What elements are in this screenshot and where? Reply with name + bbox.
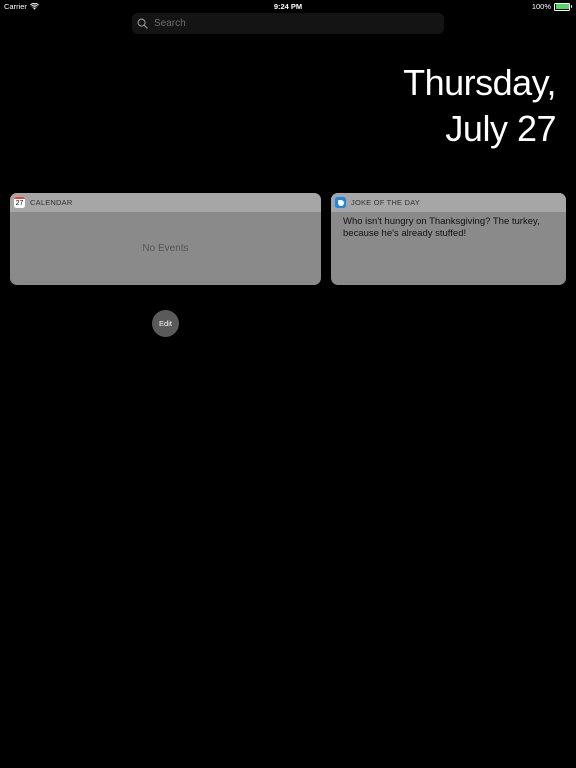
- speech-bubble-icon: [337, 199, 344, 206]
- joke-widget-title: JOKE OF THE DAY: [351, 198, 420, 207]
- date-header: Thursday, July 27: [403, 60, 556, 152]
- today-view-screen: Carrier 9:24 PM 100% Search Thursday, Ju…: [0, 0, 576, 768]
- joke-widget[interactable]: JOKE OF THE DAY Who isn't hungry on Than…: [331, 193, 566, 285]
- battery-icon: [554, 2, 572, 11]
- joke-widget-header[interactable]: JOKE OF THE DAY: [331, 193, 566, 212]
- status-time: 9:24 PM: [273, 2, 303, 11]
- search-input[interactable]: [154, 18, 424, 29]
- calendar-widget-header[interactable]: 27 CALENDAR: [10, 193, 321, 212]
- calendar-icon-number: 27: [15, 200, 24, 207]
- search-icon: [137, 18, 148, 29]
- edit-button[interactable]: Edit: [152, 310, 179, 337]
- calendar-icon: 27: [14, 197, 25, 208]
- date-month-day: July 27: [445, 108, 556, 149]
- date-weekday: Thursday,: [403, 62, 556, 103]
- battery-percent-label: 100%: [531, 2, 551, 11]
- battery-fill: [555, 4, 569, 9]
- battery-tip: [571, 5, 572, 8]
- status-right: 100%: [532, 2, 572, 11]
- search-bar[interactable]: [132, 13, 444, 34]
- calendar-widget-title: CALENDAR: [30, 198, 73, 207]
- joke-widget-body[interactable]: Who isn't hungry on Thanksgiving? The tu…: [331, 212, 566, 285]
- joke-app-icon: [335, 197, 346, 208]
- joke-text: Who isn't hungry on Thanksgiving? The tu…: [343, 216, 540, 239]
- no-events-label: No Events: [142, 243, 189, 254]
- battery-body: [554, 2, 570, 11]
- calendar-widget-body[interactable]: No Events: [10, 212, 321, 285]
- status-bar: Carrier 9:24 PM 100%: [0, 0, 576, 12]
- calendar-widget[interactable]: 27 CALENDAR No Events: [10, 193, 321, 285]
